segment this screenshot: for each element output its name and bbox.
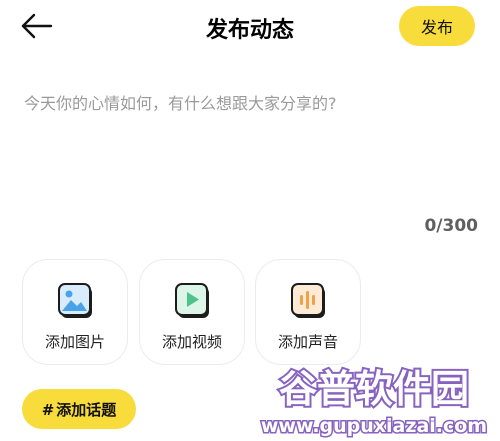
publish-button[interactable]: 发布 <box>399 6 475 46</box>
add-audio-button[interactable]: 添加声音 <box>255 259 361 365</box>
compose-area <box>24 90 474 210</box>
add-audio-label: 添加声音 <box>277 333 338 351</box>
add-topic-label: 添加话题 <box>56 400 117 419</box>
add-topic-button[interactable]: # 添加话题 <box>22 389 136 429</box>
add-video-button[interactable]: 添加视频 <box>139 259 245 365</box>
image-icon <box>58 283 92 318</box>
add-image-label: 添加图片 <box>44 333 105 351</box>
watermark-url: www.gupuxiazai.com <box>261 415 487 437</box>
hash-icon: # <box>41 400 55 419</box>
add-image-button[interactable]: 添加图片 <box>22 259 128 365</box>
header: 发布动态 发布 <box>0 0 500 56</box>
post-content-input[interactable] <box>24 90 474 210</box>
video-icon <box>175 283 209 318</box>
add-video-label: 添加视频 <box>161 333 222 351</box>
watermark-name: 谷普软件园 <box>279 367 469 411</box>
watermark-logo: 谷普软件园 www.gupuxiazai.com <box>259 365 488 439</box>
audio-icon <box>291 283 325 318</box>
character-counter: 0/300 <box>424 216 478 236</box>
media-options: 添加图片 添加视频 添加声音 <box>22 259 362 367</box>
